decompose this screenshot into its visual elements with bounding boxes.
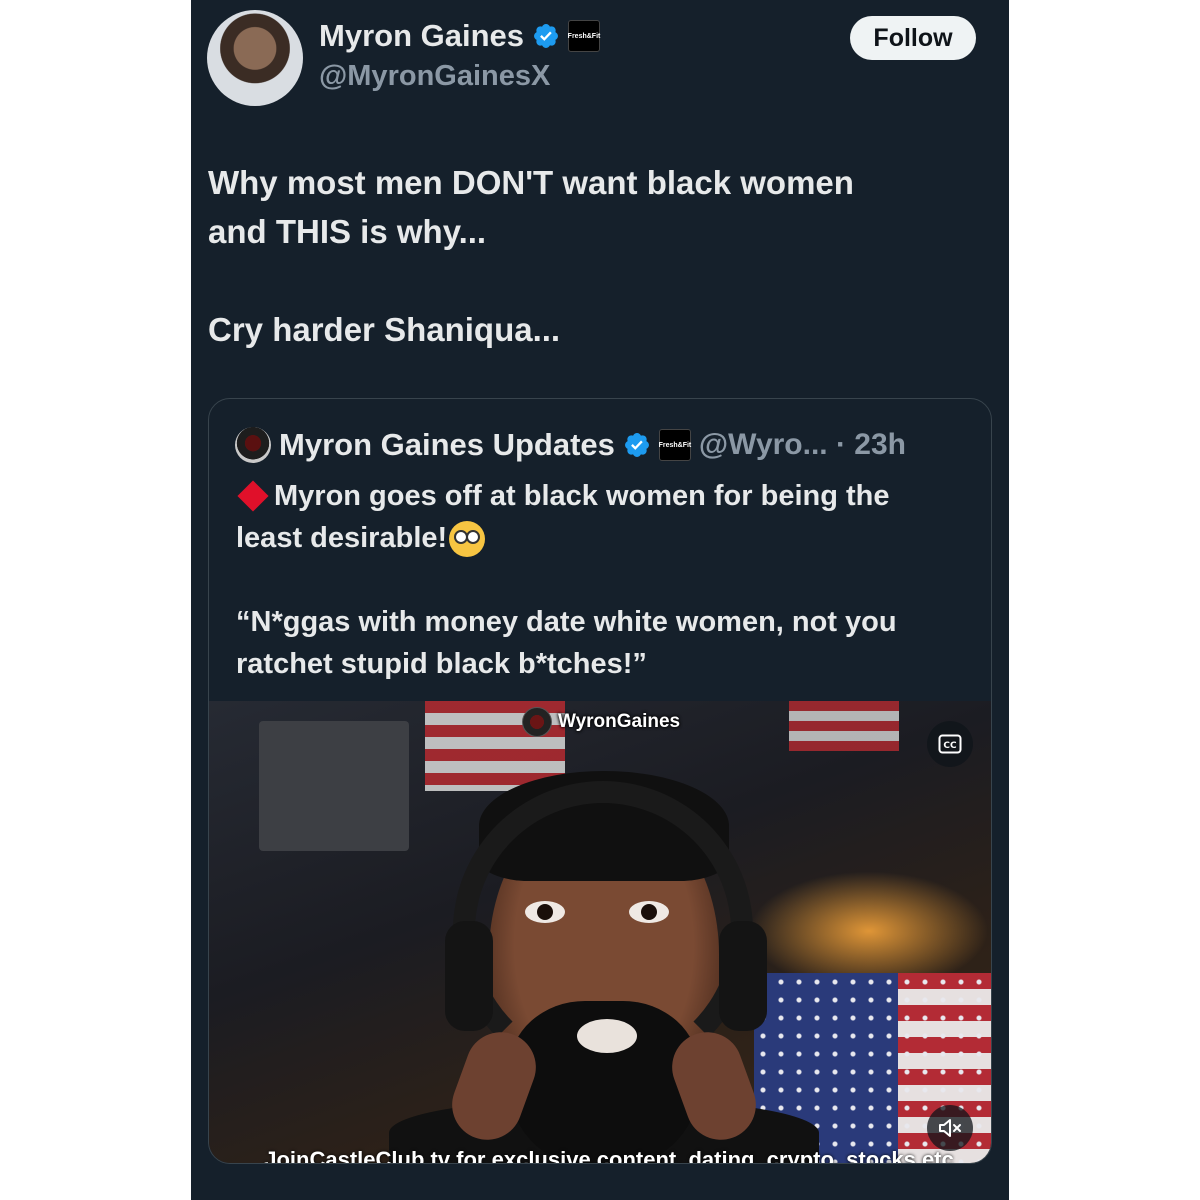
tweet-line: Cry harder Shaniqua... — [208, 311, 561, 348]
flag-decoration — [789, 701, 899, 751]
verified-badge-icon — [534, 24, 558, 48]
verified-badge-icon — [624, 433, 649, 457]
quoted-handle-time: @Wyro... · 23h — [698, 428, 906, 461]
watermark-text: WyronGaines — [558, 711, 681, 732]
video-watermark: WyronGaines — [522, 707, 680, 737]
headphone-cup — [719, 921, 767, 1031]
quoted-tweet-header: Myron Gaines Updates Fresh&Fit @Wyro... … — [235, 427, 906, 463]
watermark-avatar-icon — [522, 707, 552, 737]
video-caption: JoinCastleClub.tv for exclusive content,… — [264, 1147, 954, 1163]
quoted-tweet[interactable]: Myron Gaines Updates Fresh&Fit @Wyro... … — [208, 398, 992, 1164]
quoted-text-line: “N*ggas with money date white women, not… — [236, 606, 897, 680]
speaker-muted-icon — [939, 1119, 961, 1137]
video-player[interactable]: WyronGaines CC JoinCastleClub.tv for exc… — [209, 701, 991, 1163]
author-name[interactable]: Myron Gaines — [319, 18, 524, 54]
wall-plaque — [259, 721, 409, 851]
tweet-card: Myron Gaines Fresh&Fit @MyronGainesX Fol… — [191, 0, 1009, 1200]
tweet-text: Why most men DON'T want black women and … — [208, 158, 968, 354]
author-avatar[interactable] — [207, 10, 303, 106]
tweet-line: Why most men DON'T want black women — [208, 164, 854, 201]
quoted-tweet-text: Myron goes off at black women for being … — [236, 475, 956, 685]
author-handle[interactable]: @MyronGainesX — [319, 60, 550, 93]
captions-button[interactable]: CC — [927, 721, 973, 767]
follow-button[interactable]: Follow — [850, 16, 976, 60]
author-name-row: Myron Gaines Fresh&Fit — [319, 18, 600, 54]
quoted-author-avatar — [235, 427, 271, 463]
quoted-text-line: Myron goes off at black women for being … — [236, 480, 890, 554]
tweet-line: and THIS is why... — [208, 213, 487, 250]
captions-icon: CC — [938, 734, 962, 754]
red-diamond-icon — [237, 480, 269, 512]
quoted-author-name: Myron Gaines Updates — [279, 427, 615, 462]
mute-button[interactable] — [927, 1105, 973, 1151]
affiliate-badge[interactable]: Fresh&Fit — [568, 20, 600, 52]
affiliate-badge: Fresh&Fit — [659, 429, 691, 461]
headphone-cup — [445, 921, 493, 1031]
flushed-face-icon — [449, 521, 486, 558]
svg-text:CC: CC — [943, 741, 957, 751]
